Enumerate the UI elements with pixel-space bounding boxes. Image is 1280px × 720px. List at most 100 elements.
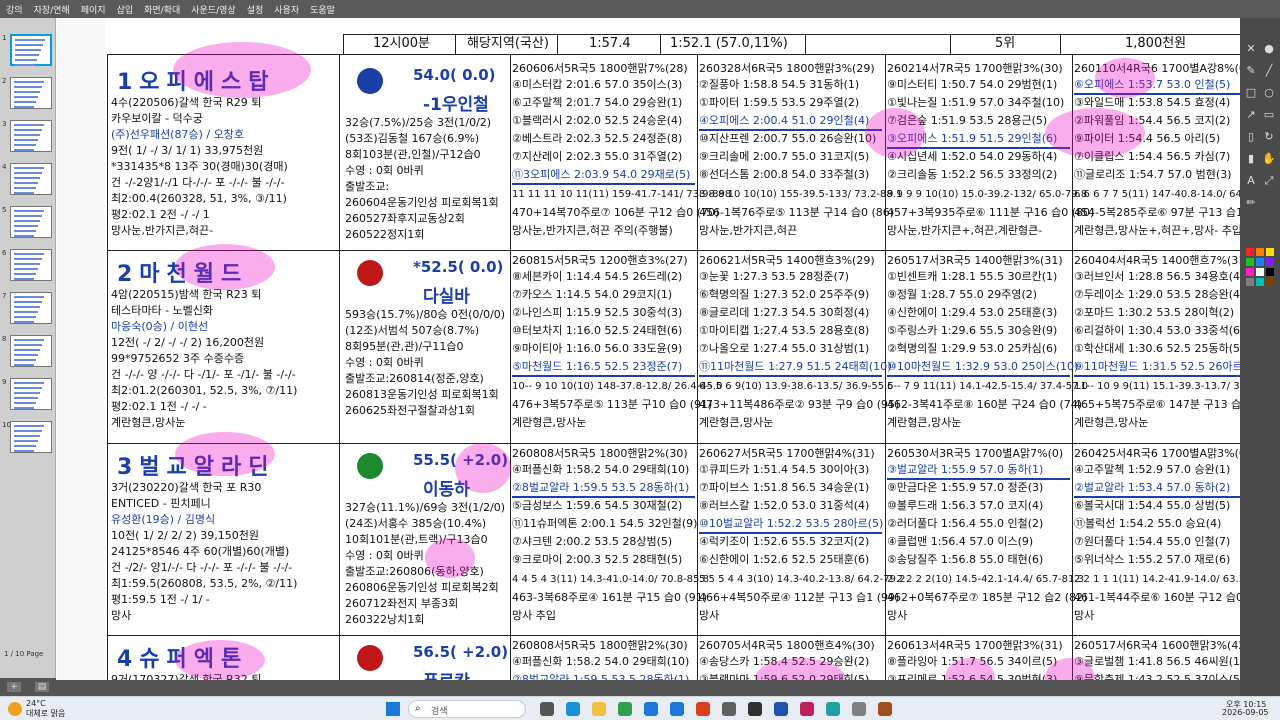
word-icon[interactable] (774, 702, 788, 716)
refresh-icon[interactable]: ↻ (1262, 130, 1276, 144)
race-result-row: ⑦두레이소 1:29.0 53.5 28승완(4) (1074, 288, 1240, 301)
mail-icon[interactable] (670, 702, 684, 716)
race-result-row: ⑩지산프렌 2:00.7 55.0 26승완(10) (699, 132, 877, 145)
circle-icon[interactable]: ○ (1262, 86, 1276, 100)
thumbnail-line (14, 81, 44, 83)
highlighter-icon[interactable]: ▮ (1244, 152, 1258, 166)
color-swatch[interactable] (1246, 278, 1254, 286)
color-swatch[interactable] (1266, 268, 1274, 276)
page-thumbnail[interactable] (10, 335, 52, 367)
menu-item[interactable]: 설정 (247, 3, 264, 16)
race-result-row: ⑪11마천월드 1:27.9 51.5 24태희(10) (699, 360, 892, 373)
race-result-row: ③눈꽃 1:27.3 53.5 28정준(7) (699, 270, 850, 283)
race-result-row: ⑨정월 1:28.7 55.0 29주영(2) (887, 288, 1038, 301)
chrome-icon[interactable] (618, 702, 632, 716)
page-thumbnail[interactable] (10, 206, 52, 238)
race-result-row: ⑦샤크텐 2:00.2 53.5 28상범(5) (512, 535, 673, 548)
hand-icon[interactable]: ✋ (1262, 152, 1276, 166)
app-icon[interactable] (800, 702, 814, 716)
color-swatch[interactable] (1256, 258, 1264, 266)
app-icon[interactable] (852, 702, 866, 716)
start-icon[interactable] (386, 702, 400, 716)
menu-item[interactable]: 도움말 (310, 3, 335, 16)
pen-icon[interactable]: ✏ (1244, 196, 1258, 210)
color-swatch[interactable] (1246, 248, 1254, 256)
race-footer-line: 4 4 5 4 3(11) 14.3-41.0-14.0/ 70.8-85.8 (512, 574, 709, 585)
race-header: 260530서3R국5 1700별A맑7%(0) (887, 447, 1064, 460)
menu-item[interactable]: 페이지 (81, 3, 106, 16)
menu-item[interactable]: 사용자 (274, 3, 299, 16)
thumbnail-line (14, 235, 34, 237)
result-underline (512, 496, 695, 498)
app-icon[interactable] (878, 702, 892, 716)
race-result-row: ⑩터보차지 1:16.0 52.5 24태현(6) (512, 324, 683, 337)
terminal-icon[interactable] (748, 702, 762, 716)
settings-icon[interactable] (722, 702, 736, 716)
page-thumbnail[interactable] (10, 163, 52, 195)
color-swatch[interactable] (1256, 268, 1264, 276)
header-rank: 5위 (995, 36, 1016, 51)
pen-icon[interactable]: ✎ (1244, 64, 1258, 78)
taskbar-search-box[interactable]: ⌕ 검색 (408, 700, 526, 718)
menu-item[interactable]: 강의 (6, 3, 23, 16)
square-icon[interactable]: □ (1244, 86, 1258, 100)
color-swatch[interactable] (1266, 278, 1274, 286)
jockey-info-line: 출발조교:260814(정준,양호) (345, 372, 484, 385)
eraser-icon[interactable]: ▯ (1244, 130, 1258, 144)
thumbnail-line (14, 192, 34, 194)
thumbnail-line (14, 402, 36, 404)
delete-page-icon[interactable]: ▤ (35, 682, 49, 692)
close-icon[interactable]: ✕ (1244, 42, 1258, 56)
edge-icon[interactable] (566, 702, 580, 716)
arrow-icon[interactable]: ↗ (1244, 108, 1258, 122)
task-view-icon[interactable] (540, 702, 554, 716)
menu-item[interactable]: 화면/확대 (144, 3, 180, 16)
race-result-row: ④미스터캅 2:01.6 57.0 35이스(3) (512, 78, 683, 91)
thumbnail-line (14, 387, 42, 389)
document-area[interactable]: 12시00분 해당지역(국산) 1:57.4 1:52.1 (57.0,11%) 5위 1… (57, 18, 1240, 696)
file-explorer-icon[interactable] (592, 702, 606, 716)
menu-item[interactable]: 사운드/영상 (191, 3, 235, 16)
color-swatch[interactable] (1266, 258, 1274, 266)
zoom-icon[interactable]: ⤢ (1262, 174, 1276, 188)
race-result-row: ⑨마이티아 1:16.0 56.0 33도윤(9) (512, 342, 683, 355)
thumbnail-number: 9 (2, 378, 7, 386)
jockey-info-line: 260625좌전구절찰과상1회 (345, 404, 475, 417)
color-swatch[interactable] (1256, 248, 1264, 256)
race-result-row: ⑨11마천월드 1:31.5 52.5 26아르(3) (1074, 360, 1240, 373)
color-swatch[interactable] (1246, 268, 1254, 276)
weather-icon[interactable] (8, 702, 22, 716)
page-thumbnail-panel[interactable]: 1 2 3 4 5 6 7 8 9 10 (0, 18, 56, 696)
text-icon[interactable]: A (1244, 174, 1258, 188)
page-thumbnail[interactable] (10, 249, 52, 281)
app-icon[interactable] (826, 702, 840, 716)
race-header: 260705서4R국5 1800핸흐4%(30) (699, 639, 875, 652)
page-thumbnail[interactable] (10, 120, 52, 152)
eraser-icon[interactable]: ▭ (1262, 108, 1276, 122)
color-swatch[interactable] (1246, 258, 1254, 266)
color-swatch[interactable] (1256, 278, 1264, 286)
page-thumbnail[interactable] (10, 421, 52, 453)
page-thumbnail[interactable] (10, 292, 52, 324)
line-icon[interactable]: ╱ (1262, 64, 1276, 78)
race-result-row: ⑩10벌교알라 1:52.2 53.5 28아르(5) (699, 517, 884, 530)
thumbnail-line (14, 220, 40, 222)
menu-item[interactable]: 자장/연해 (34, 3, 70, 16)
grid-col-divider (510, 54, 511, 696)
horse-info-line: 유성환(19승) / 김명식 (111, 513, 216, 526)
jockey-name: -1우인철 (423, 95, 489, 115)
jockey-info-line: 260712좌전지 부종3회 (345, 597, 459, 610)
color-swatch[interactable] (1266, 248, 1274, 256)
race-footer-line: 망사 (1074, 609, 1095, 622)
page-thumbnail[interactable] (10, 34, 52, 66)
add-page-icon[interactable]: + (7, 682, 21, 692)
page-thumbnail[interactable] (10, 77, 52, 109)
race-footer-line: 망사 추입 (512, 609, 556, 622)
page-thumbnail[interactable] (10, 378, 52, 410)
thumbnail-line (14, 440, 38, 442)
record-icon[interactable]: ● (1262, 42, 1276, 56)
race-header: 260808서5R국5 1800핸맑2%(30) (512, 639, 688, 652)
photos-icon[interactable] (696, 702, 710, 716)
store-icon[interactable] (644, 702, 658, 716)
menu-item[interactable]: 삽입 (117, 3, 134, 16)
